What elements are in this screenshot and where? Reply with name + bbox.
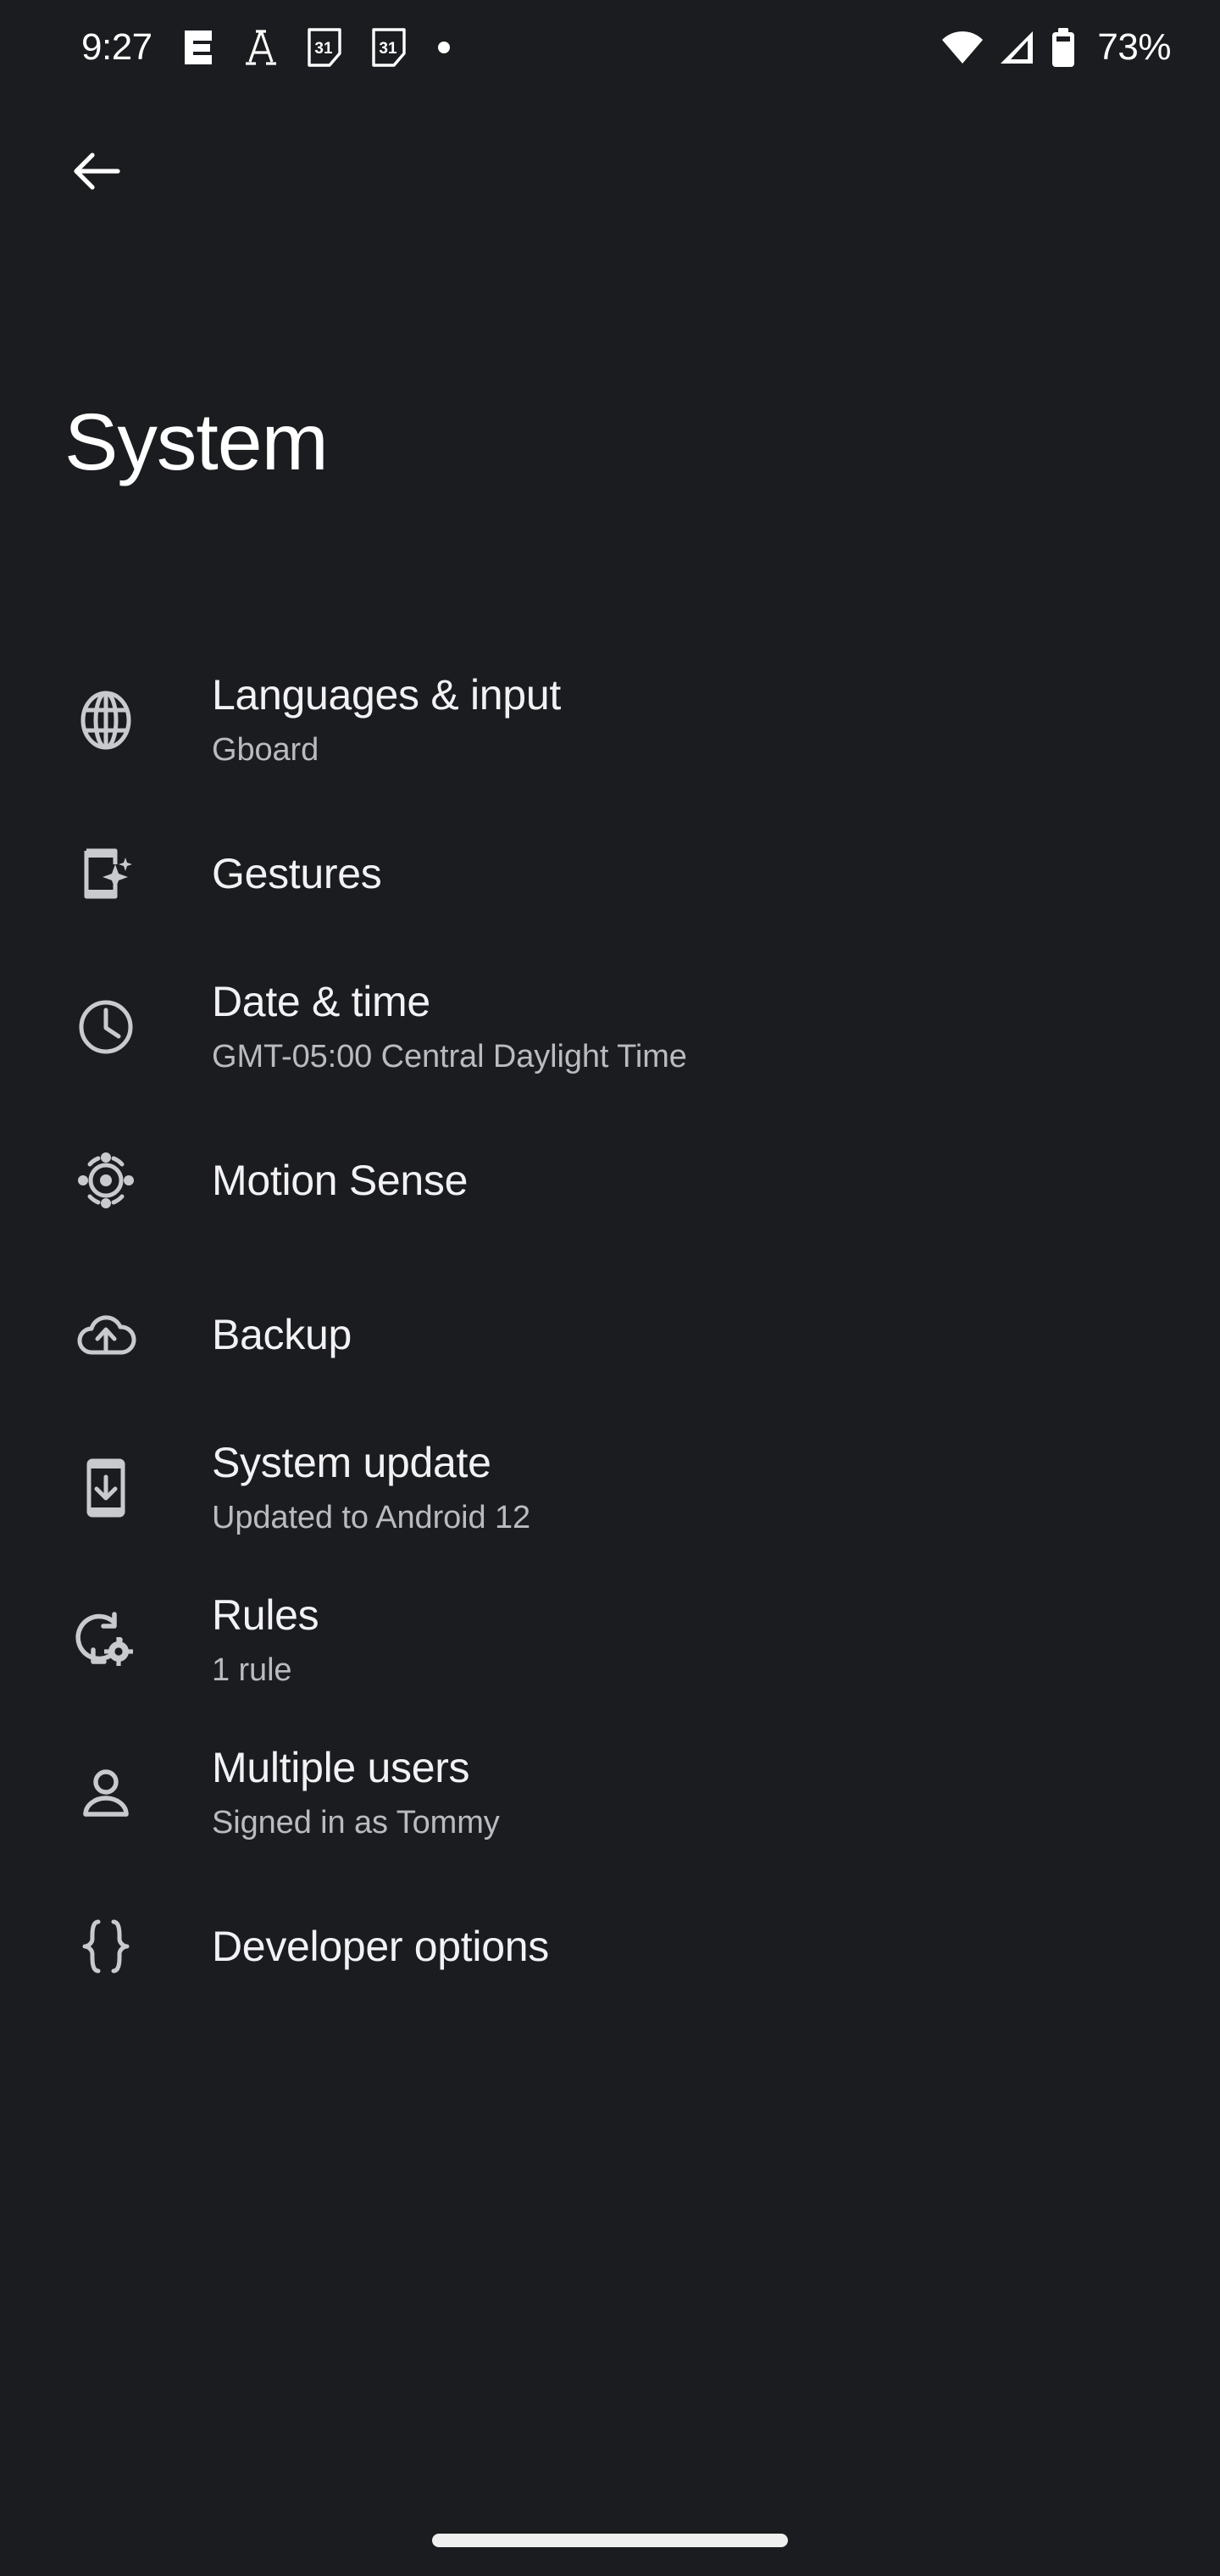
wifi-icon	[941, 29, 984, 66]
list-item-subtitle: Updated to Android 12	[212, 1499, 531, 1535]
list-item-date-and-time[interactable]: Date & time GMT-05:00 Central Daylight T…	[0, 951, 1220, 1103]
battery-icon	[1050, 27, 1077, 68]
list-item-gestures[interactable]: Gestures	[0, 797, 1220, 951]
list-item-system-update[interactable]: System update Updated to Android 12	[0, 1412, 1220, 1564]
list-item-text: Backup	[212, 1309, 352, 1361]
battery-percent-label: 73%	[1097, 26, 1171, 68]
notification-font-a-icon	[244, 28, 278, 67]
phone-screen: 9:27 31 31 73% System Languages & input …	[0, 0, 1220, 2576]
calendar-31-icon: 31	[307, 28, 342, 67]
list-item-title: Gestures	[212, 849, 382, 897]
list-item-title: Date & time	[212, 977, 430, 1025]
back-button[interactable]	[53, 129, 141, 217]
list-item-title: Developer options	[212, 1922, 549, 1970]
person-icon	[0, 1762, 212, 1824]
status-bar-clock: 9:27	[81, 26, 152, 68]
list-item-text: Languages & input Gboard	[212, 669, 561, 771]
list-item-title: Languages & input	[212, 670, 561, 719]
list-item-title: Backup	[212, 1310, 352, 1358]
list-item-text: Developer options	[212, 1921, 549, 1973]
list-item-title: Rules	[212, 1591, 319, 1639]
list-item-multiple-users[interactable]: Multiple users Signed in as Tommy	[0, 1717, 1220, 1869]
system-update-phone-download-icon	[0, 1457, 212, 1519]
motion-sense-radar-icon	[0, 1149, 212, 1212]
list-item-text: Date & time GMT-05:00 Central Daylight T…	[212, 976, 687, 1078]
list-item-subtitle: GMT-05:00 Central Daylight Time	[212, 1038, 687, 1074]
home-gesture-bar[interactable]	[432, 2534, 788, 2547]
calendar-31-icon-2: 31	[371, 28, 407, 67]
globe-icon	[0, 689, 212, 752]
cellular-signal-icon	[997, 29, 1036, 66]
list-item-text: Gestures	[212, 848, 382, 900]
list-item-subtitle: Gboard	[212, 731, 319, 768]
svg-text:31: 31	[379, 40, 397, 58]
svg-text:31: 31	[314, 40, 333, 58]
settings-list: Languages & input Gboard Gestures Date &…	[0, 644, 1220, 2024]
list-item-text: Multiple users Signed in as Tommy	[212, 1742, 500, 1844]
page-title: System	[64, 397, 329, 487]
list-item-rules[interactable]: Rules 1 rule	[0, 1564, 1220, 1717]
list-item-motion-sense[interactable]: Motion Sense	[0, 1103, 1220, 1257]
gestures-phone-sparkle-icon	[0, 842, 212, 905]
list-item-text: Rules 1 rule	[212, 1590, 319, 1691]
status-bar: 9:27 31 31 73%	[0, 0, 1220, 95]
cloud-upload-icon	[0, 1303, 212, 1366]
list-item-subtitle: 1 rule	[212, 1652, 292, 1688]
rules-rotate-gear-icon	[0, 1609, 212, 1672]
list-item-title: Multiple users	[212, 1743, 470, 1791]
developer-braces-icon	[0, 1915, 212, 1978]
list-item-developer-options[interactable]: Developer options	[0, 1869, 1220, 2024]
list-item-title: System update	[212, 1438, 491, 1486]
status-bar-right: 73%	[941, 27, 1171, 68]
list-item-subtitle: Signed in as Tommy	[212, 1804, 500, 1840]
clock-icon	[0, 996, 212, 1058]
list-item-text: System update Updated to Android 12	[212, 1437, 530, 1539]
arrow-left-icon	[69, 143, 125, 203]
status-bar-left: 9:27 31 31	[81, 28, 452, 67]
list-item-languages-and-input[interactable]: Languages & input Gboard	[0, 644, 1220, 797]
list-item-text: Motion Sense	[212, 1155, 468, 1207]
list-item-title: Motion Sense	[212, 1156, 469, 1204]
list-item-backup[interactable]: Backup	[0, 1257, 1220, 1412]
notification-dot-icon	[435, 39, 452, 56]
notification-e-icon	[181, 29, 215, 66]
